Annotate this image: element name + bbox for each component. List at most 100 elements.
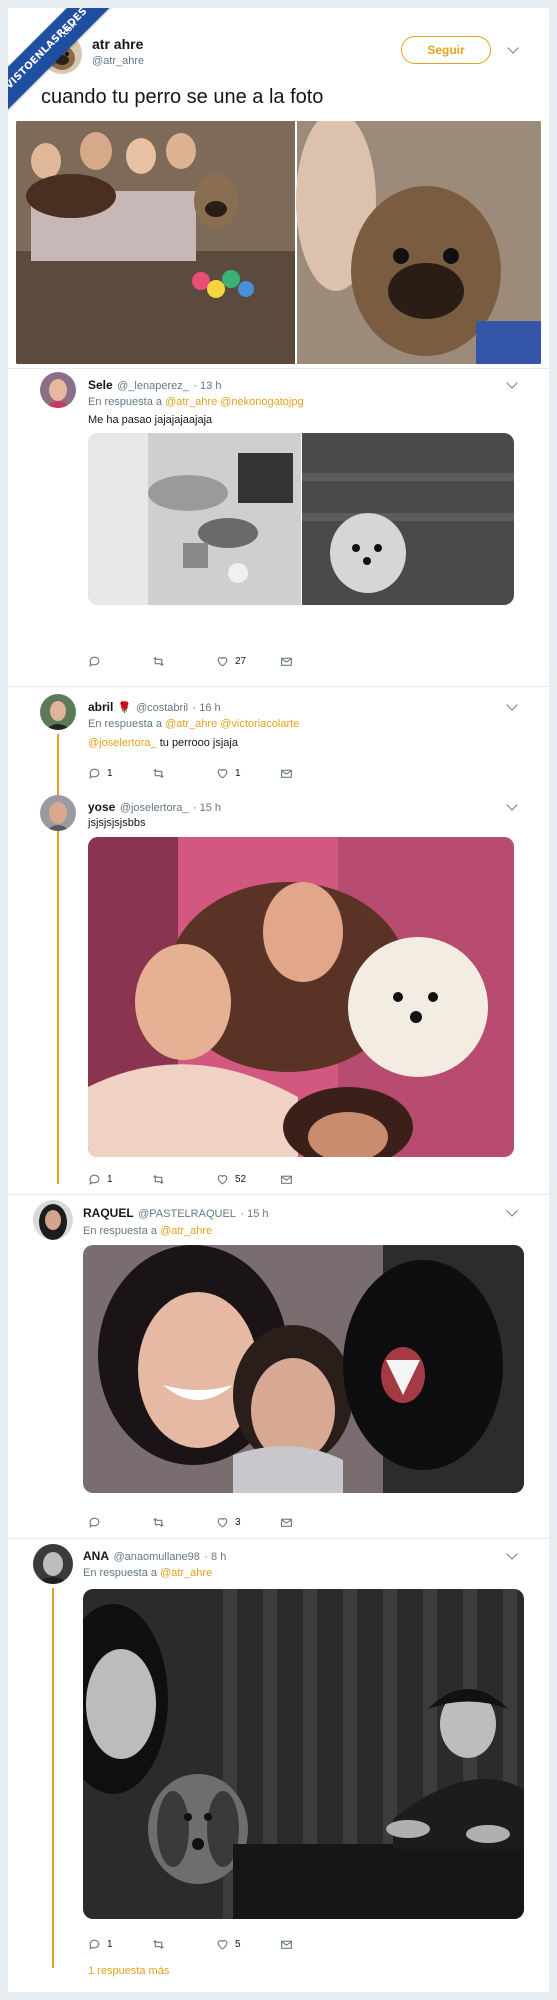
reply-icon <box>89 1174 100 1185</box>
reply-author-name[interactable]: RAQUEL <box>83 1206 134 1220</box>
like-button[interactable]: 3 <box>216 1515 241 1529</box>
retweet-button[interactable] <box>152 1515 171 1529</box>
reply-author-handle[interactable]: @joselertora_ <box>120 802 189 814</box>
reply-count: 1 <box>107 1938 113 1950</box>
avatar[interactable] <box>40 372 76 408</box>
reply-count: 1 <box>107 767 113 779</box>
reply-context: En respuesta a @atr_ahre @nekonogatojpg <box>88 396 304 408</box>
reply-author-handle[interactable]: @_lenaperez_ <box>117 380 189 392</box>
reply-button[interactable] <box>88 654 107 668</box>
reply-time[interactable]: · 15 h <box>240 1208 268 1220</box>
like-button[interactable]: 1 <box>216 766 241 780</box>
like-button[interactable]: 5 <box>216 1937 241 1951</box>
like-button[interactable]: 27 <box>216 654 246 668</box>
reply-context: En respuesta a @atr_ahre <box>83 1225 212 1237</box>
reply-prefix: En respuesta a <box>83 1567 157 1579</box>
reply-media[interactable] <box>83 1245 524 1493</box>
envelope-icon <box>281 769 292 778</box>
avatar[interactable] <box>40 694 76 730</box>
reply-prefix: En respuesta a <box>88 396 162 408</box>
like-button[interactable]: 52 <box>216 1172 246 1186</box>
reply-icon <box>89 656 100 667</box>
heart-icon <box>217 768 228 778</box>
chevron-down-icon[interactable] <box>506 377 518 389</box>
envelope-icon <box>281 1518 292 1527</box>
chevron-down-icon[interactable] <box>507 42 519 54</box>
reply-button[interactable]: 1 <box>88 1937 113 1951</box>
retweet-icon <box>153 1939 164 1949</box>
reply-author-handle[interactable]: @costabril <box>136 702 188 714</box>
reply-author-handle[interactable]: @anaomullane98 <box>113 1551 199 1563</box>
reply-body: tu perrooo jsjaja <box>156 737 238 749</box>
reply-prefix: En respuesta a <box>83 1225 157 1237</box>
tweet-actions: 1 5 <box>88 1937 318 1951</box>
reply-text: Me ha pasao jajajajaajaja <box>88 414 213 426</box>
reply-to-mentions[interactable]: @atr_ahre @victoriacolarte <box>165 718 299 730</box>
reply-context: En respuesta a @atr_ahre @victoriacolart… <box>88 718 299 730</box>
chevron-down-icon[interactable] <box>506 799 518 811</box>
like-count: 27 <box>235 655 247 667</box>
reply-media[interactable] <box>83 1589 524 1919</box>
retweet-button[interactable] <box>152 1937 171 1951</box>
reply-author-name[interactable]: ANA <box>83 1549 109 1563</box>
reply-prefix: En respuesta a <box>88 718 162 730</box>
author-name[interactable]: atr ahre <box>92 36 144 52</box>
tweet-actions: 1 1 <box>88 766 318 780</box>
tweet-actions: 3 <box>88 1515 318 1529</box>
author-handle[interactable]: @atr_ahre <box>92 55 144 67</box>
reply-button[interactable]: 1 <box>88 1172 113 1186</box>
reply-author-name[interactable]: yose <box>88 800 115 814</box>
envelope-icon <box>281 1175 292 1184</box>
reply-time[interactable]: · 16 h <box>193 702 221 714</box>
chevron-down-icon[interactable] <box>506 699 518 711</box>
reply-icon <box>89 1517 100 1528</box>
tweet-actions: 27 <box>88 654 318 668</box>
like-count: 5 <box>235 1938 241 1950</box>
reply-time[interactable]: · 13 h <box>193 380 221 392</box>
heart-icon <box>217 1517 228 1527</box>
avatar[interactable] <box>33 1200 73 1240</box>
reply-text: @joselertora_ tu perrooo jsjaja <box>88 737 238 749</box>
reply-button[interactable]: 1 <box>88 766 113 780</box>
follow-button[interactable]: Seguir <box>401 36 491 64</box>
reply-button[interactable] <box>88 1515 107 1529</box>
mention-link[interactable]: @joselertora_ <box>88 737 157 749</box>
envelope-icon <box>281 657 292 666</box>
heart-icon <box>217 1939 228 1949</box>
reply-time[interactable]: · 8 h <box>204 1551 226 1563</box>
reply-media[interactable] <box>88 433 514 605</box>
divider <box>8 1194 549 1195</box>
reply-to-mentions[interactable]: @atr_ahre @nekonogatojpg <box>165 396 304 408</box>
tweet-media[interactable] <box>16 121 541 364</box>
more-replies-link[interactable]: 1 respuesta más <box>88 1965 169 1977</box>
message-button[interactable] <box>280 1172 299 1186</box>
reply-icon <box>89 1939 100 1950</box>
reply-text: jsjsjsjsjsbbs <box>88 817 146 829</box>
reply-author-handle[interactable]: @PASTELRAQUEL <box>138 1208 236 1220</box>
retweet-icon <box>153 1517 164 1527</box>
tweet-actions: 1 52 <box>88 1172 318 1186</box>
tweet-text: cuando tu perro se une a la foto <box>41 86 324 108</box>
reply-media[interactable] <box>88 837 514 1157</box>
reply-to-mentions[interactable]: @atr_ahre <box>160 1225 212 1237</box>
chevron-down-icon[interactable] <box>506 1205 518 1217</box>
retweet-icon <box>153 1174 164 1184</box>
reply-context: En respuesta a @atr_ahre <box>83 1567 212 1579</box>
avatar[interactable] <box>33 1544 73 1584</box>
reply-to-mentions[interactable]: @atr_ahre <box>160 1567 212 1579</box>
avatar[interactable] <box>40 795 76 831</box>
retweet-button[interactable] <box>152 1172 171 1186</box>
message-button[interactable] <box>280 766 299 780</box>
retweet-button[interactable] <box>152 654 171 668</box>
reply-author-name[interactable]: abril <box>88 700 113 714</box>
message-button[interactable] <box>280 654 299 668</box>
message-button[interactable] <box>280 1937 299 1951</box>
heart-icon <box>217 1174 228 1184</box>
reply-time[interactable]: · 15 h <box>193 802 221 814</box>
chevron-down-icon[interactable] <box>506 1548 518 1560</box>
tweet-thread-page: VISTOENLASREDES .COM atr ahre @atr_ahre … <box>8 8 549 1992</box>
reply-author-name[interactable]: Sele <box>88 378 113 392</box>
retweet-button[interactable] <box>152 766 171 780</box>
message-button[interactable] <box>280 1515 299 1529</box>
like-count: 52 <box>235 1173 247 1185</box>
